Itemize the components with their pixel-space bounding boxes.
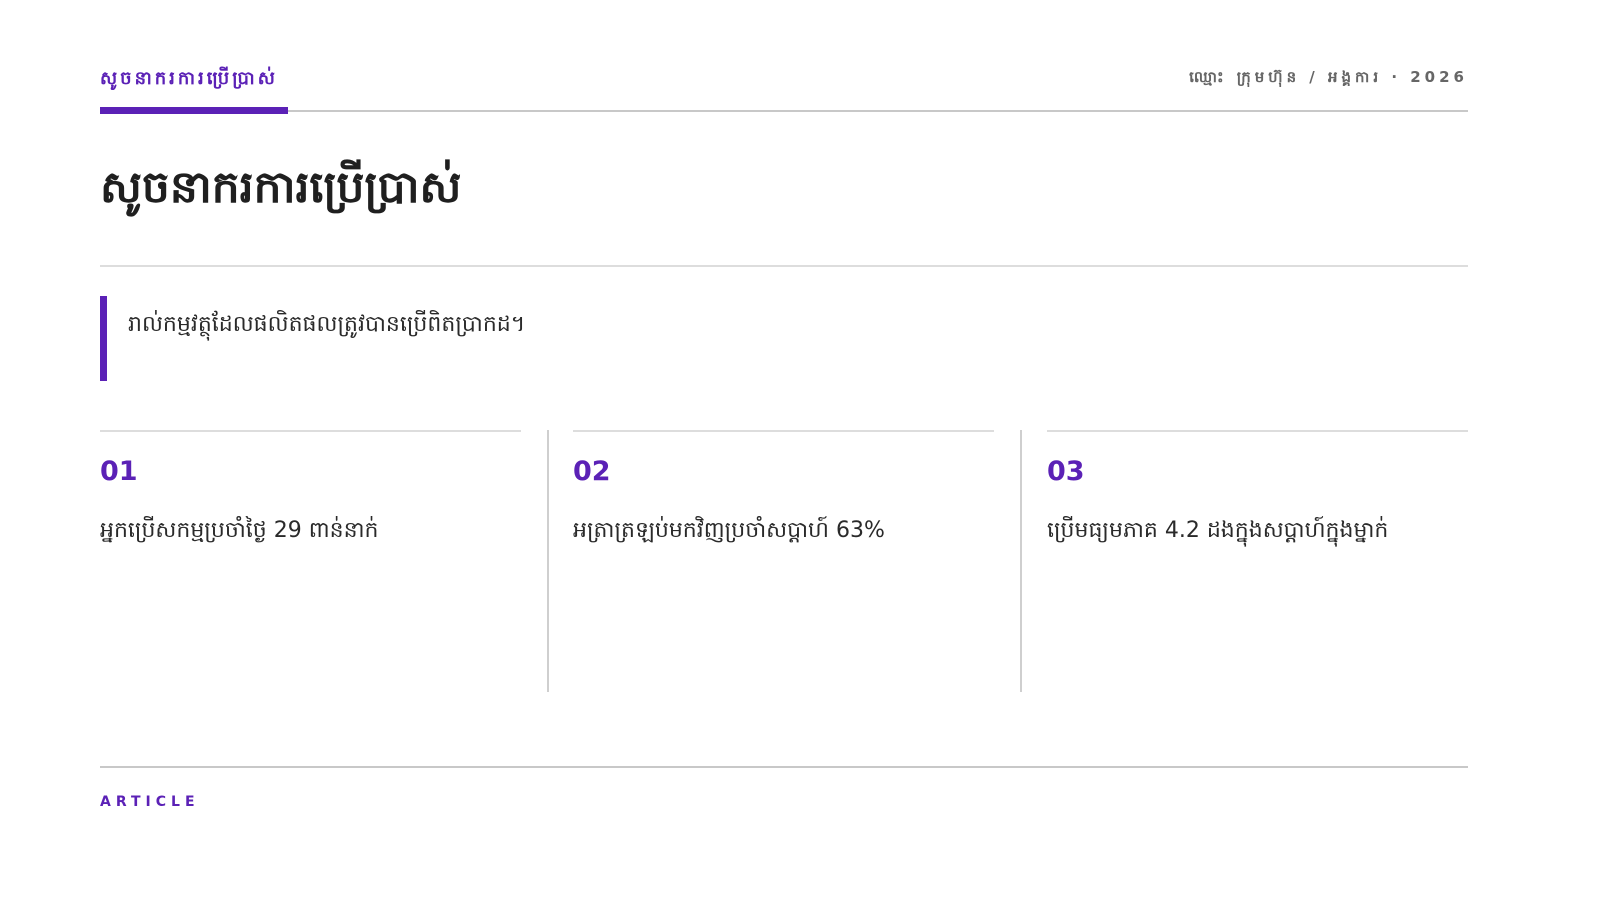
- lead-accent-bar: [100, 296, 107, 381]
- metric-card-3: 03 ប្រើមធ្យមភាគ 4.2 ដងក្នុងសប្តាហ៍ក្នុងម…: [1047, 430, 1468, 692]
- header-meta: ឈ្មោះ ក្រុមហ៊ុន / អង្គការ · 2026: [1189, 68, 1468, 86]
- metric-card-topline: [100, 430, 521, 432]
- metric-card-1: 01 អ្នកប្រើសកម្មប្រចាំថ្ងៃ 29 ពាន់នាក់: [100, 430, 521, 692]
- metric-card-topline: [1047, 430, 1468, 432]
- header-accent-bar: [100, 107, 288, 114]
- column-divider: [547, 430, 549, 692]
- metric-number: 01: [100, 456, 138, 487]
- metric-card-2: 02 អត្រាត្រឡប់មកវិញប្រចាំសប្តាហ៍ 63%: [573, 430, 994, 692]
- title-divider: [100, 265, 1468, 267]
- header-kicker: សូចនាករការប្រើប្រាស់: [100, 68, 278, 89]
- page-title: សូចនាករការប្រើប្រាស់: [100, 162, 462, 213]
- header-rule: [100, 110, 1468, 112]
- footer-label: ARTICLE: [100, 794, 200, 810]
- metric-text: អ្នកប្រើសកម្មប្រចាំថ្ងៃ 29 ពាន់នាក់: [100, 518, 379, 543]
- column-divider: [1020, 430, 1022, 692]
- metric-text: អត្រាត្រឡប់មកវិញប្រចាំសប្តាហ៍ 63%: [573, 518, 885, 543]
- metric-text: ប្រើមធ្យមភាគ 4.2 ដងក្នុងសប្តាហ៍ក្នុងម្នា…: [1047, 518, 1389, 543]
- metric-card-topline: [573, 430, 994, 432]
- footer-rule: [100, 766, 1468, 768]
- metric-number: 03: [1047, 456, 1085, 487]
- metric-number: 02: [573, 456, 611, 487]
- lead-text: រាល់កម្មវត្ថុដែលផលិតផលត្រូវបានប្រើពិតប្រ…: [128, 312, 526, 337]
